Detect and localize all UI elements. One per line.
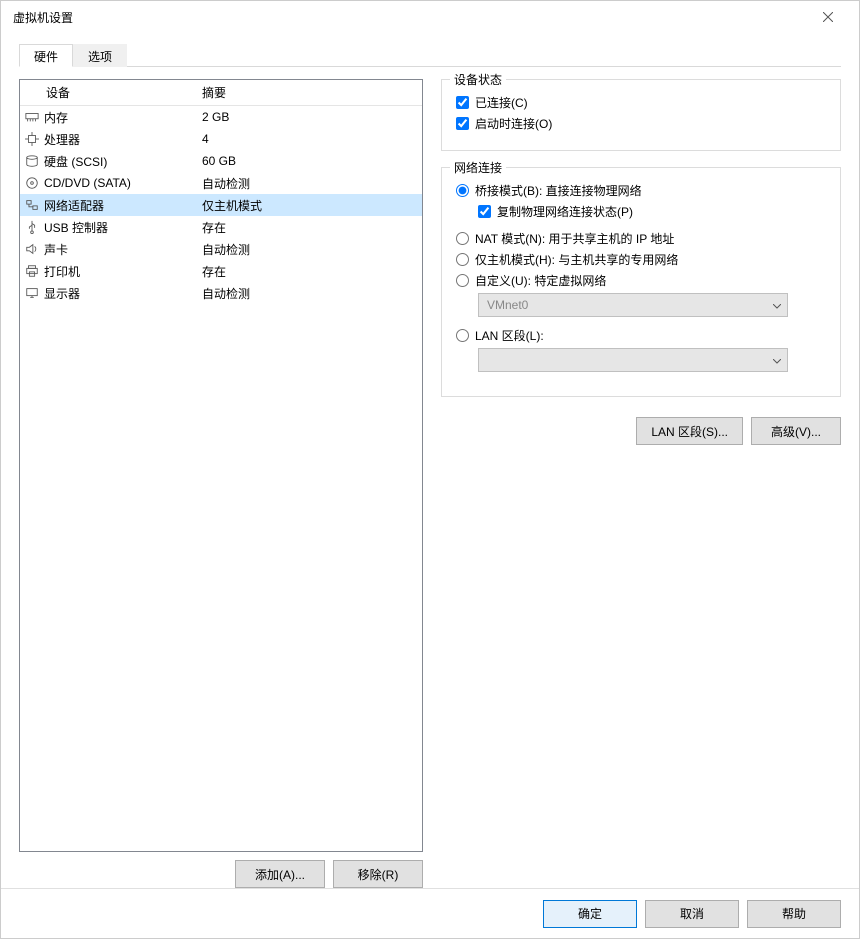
device-summary: 自动检测 (194, 285, 422, 302)
network-icon (20, 198, 44, 212)
nat-radio[interactable] (456, 232, 469, 245)
replicate-checkbox-row[interactable]: 复制物理网络连接状态(P) (478, 203, 826, 220)
device-state-legend: 设备状态 (450, 71, 506, 88)
device-row[interactable]: CD/DVD (SATA)自动检测 (20, 172, 422, 194)
bridged-radio[interactable] (456, 184, 469, 197)
device-name: 打印机 (44, 263, 194, 280)
remove-button[interactable]: 移除(R) (333, 860, 423, 888)
device-summary: 4 (194, 132, 422, 146)
custom-radio[interactable] (456, 274, 469, 287)
device-summary: 仅主机模式 (194, 197, 422, 214)
device-name: 处理器 (44, 131, 194, 148)
device-state-group: 设备状态 已连接(C) 启动时连接(O) (441, 79, 841, 151)
device-summary: 2 GB (194, 110, 422, 124)
help-button[interactable]: 帮助 (747, 900, 841, 928)
lanseg-combo (478, 348, 788, 372)
display-icon (20, 286, 44, 300)
tab-options[interactable]: 选项 (73, 44, 127, 67)
device-list[interactable]: 设备 摘要 内存2 GB处理器4硬盘 (SCSI)60 GBCD/DVD (SA… (19, 79, 423, 852)
hostonly-label: 仅主机模式(H): 与主机共享的专用网络 (475, 251, 678, 268)
device-row[interactable]: 处理器4 (20, 128, 422, 150)
device-name: 显示器 (44, 285, 194, 302)
device-row[interactable]: 打印机存在 (20, 260, 422, 282)
device-summary: 自动检测 (194, 241, 422, 258)
tab-strip: 硬件 选项 (19, 43, 841, 67)
lan-segments-button[interactable]: LAN 区段(S)... (636, 417, 743, 445)
custom-radio-row[interactable]: 自定义(U): 特定虚拟网络 (456, 272, 826, 289)
replicate-label: 复制物理网络连接状态(P) (497, 203, 633, 220)
connect-poweron-label: 启动时连接(O) (475, 115, 552, 132)
chevron-down-icon (773, 353, 781, 367)
disk-icon (20, 154, 44, 168)
header-summary: 摘要 (194, 80, 422, 105)
device-name: 声卡 (44, 241, 194, 258)
device-row[interactable]: 硬盘 (SCSI)60 GB (20, 150, 422, 172)
close-icon (823, 12, 833, 22)
lanseg-label: LAN 区段(L): (475, 327, 544, 344)
header-device: 设备 (20, 80, 194, 105)
nat-radio-row[interactable]: NAT 模式(N): 用于共享主机的 IP 地址 (456, 230, 826, 247)
network-legend: 网络连接 (450, 159, 506, 176)
list-header: 设备 摘要 (20, 80, 422, 106)
lanseg-radio-row[interactable]: LAN 区段(L): (456, 327, 826, 344)
device-row[interactable]: 显示器自动检测 (20, 282, 422, 304)
chevron-down-icon (773, 298, 781, 312)
add-button[interactable]: 添加(A)... (235, 860, 325, 888)
device-name: USB 控制器 (44, 219, 194, 236)
custom-network-combo: VMnet0 (478, 293, 788, 317)
close-button[interactable] (805, 1, 851, 33)
custom-network-value: VMnet0 (487, 298, 528, 312)
hostonly-radio[interactable] (456, 253, 469, 266)
device-name: 内存 (44, 109, 194, 126)
bridged-radio-row[interactable]: 桥接模式(B): 直接连接物理网络 (456, 182, 826, 199)
advanced-button[interactable]: 高级(V)... (751, 417, 841, 445)
device-row[interactable]: 内存2 GB (20, 106, 422, 128)
replicate-checkbox[interactable] (478, 205, 491, 218)
memory-icon (20, 110, 44, 124)
connect-poweron-checkbox[interactable] (456, 117, 469, 130)
device-row[interactable]: USB 控制器存在 (20, 216, 422, 238)
cpu-icon (20, 132, 44, 146)
device-row[interactable]: 网络适配器仅主机模式 (20, 194, 422, 216)
device-name: 网络适配器 (44, 197, 194, 214)
connected-label: 已连接(C) (475, 94, 528, 111)
connect-poweron-checkbox-row[interactable]: 启动时连接(O) (456, 115, 826, 132)
device-row[interactable]: 声卡自动检测 (20, 238, 422, 260)
custom-label: 自定义(U): 特定虚拟网络 (475, 272, 606, 289)
usb-icon (20, 220, 44, 234)
tab-hardware[interactable]: 硬件 (19, 44, 73, 67)
device-name: 硬盘 (SCSI) (44, 153, 194, 170)
lanseg-radio[interactable] (456, 329, 469, 342)
cancel-button[interactable]: 取消 (645, 900, 739, 928)
connected-checkbox[interactable] (456, 96, 469, 109)
device-summary: 60 GB (194, 154, 422, 168)
ok-button[interactable]: 确定 (543, 900, 637, 928)
bridged-label: 桥接模式(B): 直接连接物理网络 (475, 182, 642, 199)
connected-checkbox-row[interactable]: 已连接(C) (456, 94, 826, 111)
device-name: CD/DVD (SATA) (44, 176, 194, 190)
sound-icon (20, 242, 44, 256)
window-title: 虚拟机设置 (13, 9, 805, 26)
cd-icon (20, 176, 44, 190)
hostonly-radio-row[interactable]: 仅主机模式(H): 与主机共享的专用网络 (456, 251, 826, 268)
device-summary: 自动检测 (194, 175, 422, 192)
network-connection-group: 网络连接 桥接模式(B): 直接连接物理网络 复制物理网络连接状态(P) NAT… (441, 167, 841, 397)
printer-icon (20, 264, 44, 278)
device-summary: 存在 (194, 263, 422, 280)
nat-label: NAT 模式(N): 用于共享主机的 IP 地址 (475, 230, 674, 247)
device-summary: 存在 (194, 219, 422, 236)
